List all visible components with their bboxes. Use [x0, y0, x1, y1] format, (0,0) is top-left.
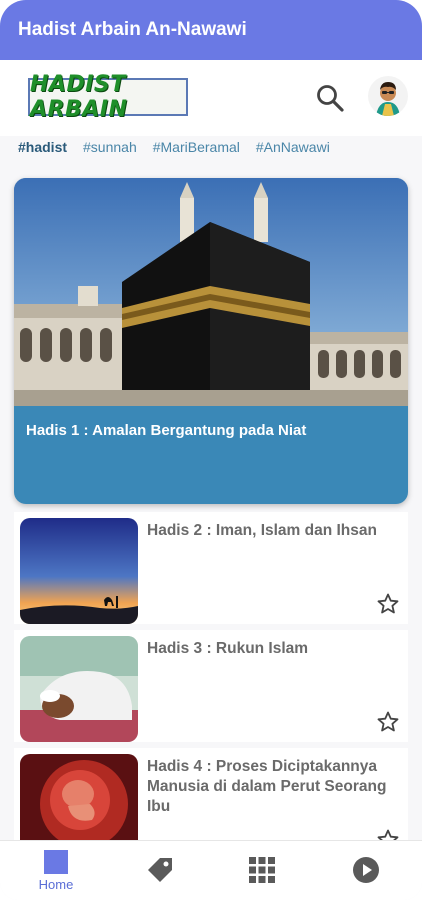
item-title: Hadis 4 : Proses Diciptakannya Manusia d…: [147, 758, 387, 815]
home-icon: [44, 850, 68, 874]
tag-mariberamal[interactable]: #MariBeramal: [153, 139, 240, 155]
header: HADIST ARBAIN: [0, 60, 422, 136]
logo-text: HADIST ARBAIN: [30, 72, 128, 122]
thumbnail: [20, 518, 138, 624]
tag-icon: [148, 858, 172, 882]
search-icon: [317, 85, 344, 112]
nav-grid[interactable]: [232, 849, 292, 885]
nav-tags[interactable]: [130, 849, 190, 885]
app-frame: Hadist Arbain An-Nawawi HADIST ARBAIN #h…: [0, 0, 422, 900]
play-icon: [353, 857, 379, 883]
list-item-hadis-3[interactable]: Hadis 3 : Rukun Islam: [14, 630, 408, 742]
bottom-nav: Home: [0, 840, 422, 900]
grid-icon: [249, 857, 275, 883]
app-title-bar: Hadist Arbain An-Nawawi: [0, 0, 422, 60]
item-title: Hadis 3 : Rukun Islam: [147, 640, 309, 657]
search-button[interactable]: [312, 80, 348, 116]
avatar[interactable]: [368, 76, 408, 116]
tag-annawawi[interactable]: #AnNawawi: [256, 139, 330, 155]
nav-home[interactable]: Home: [26, 849, 86, 892]
thumbnail: [20, 636, 138, 742]
featured-card[interactable]: Hadis 1 : Amalan Bergantung pada Niat: [14, 178, 408, 504]
favorite-star-icon[interactable]: [376, 710, 400, 734]
tag-hadist[interactable]: #hadist: [18, 139, 67, 155]
tag-sunnah[interactable]: #sunnah: [83, 139, 137, 155]
app-logo: HADIST ARBAIN: [28, 72, 188, 122]
app-title: Hadist Arbain An-Nawawi: [18, 19, 247, 40]
favorite-star-icon[interactable]: [376, 592, 400, 616]
list-item-hadis-2[interactable]: Hadis 2 : Iman, Islam dan Ihsan: [14, 512, 408, 624]
kaaba-image: [14, 178, 408, 406]
sunset-desert-image: [20, 518, 138, 624]
avatar-icon: [368, 76, 408, 116]
tag-list: #hadist #sunnah #MariBeramal #AnNawawi: [0, 136, 422, 158]
nav-play[interactable]: [336, 849, 396, 885]
prayer-image: [20, 636, 138, 742]
item-title: Hadis 2 : Iman, Islam dan Ihsan: [147, 522, 377, 539]
featured-title: Hadis 1 : Amalan Bergantung pada Niat: [26, 422, 307, 439]
nav-home-label: Home: [38, 877, 74, 892]
